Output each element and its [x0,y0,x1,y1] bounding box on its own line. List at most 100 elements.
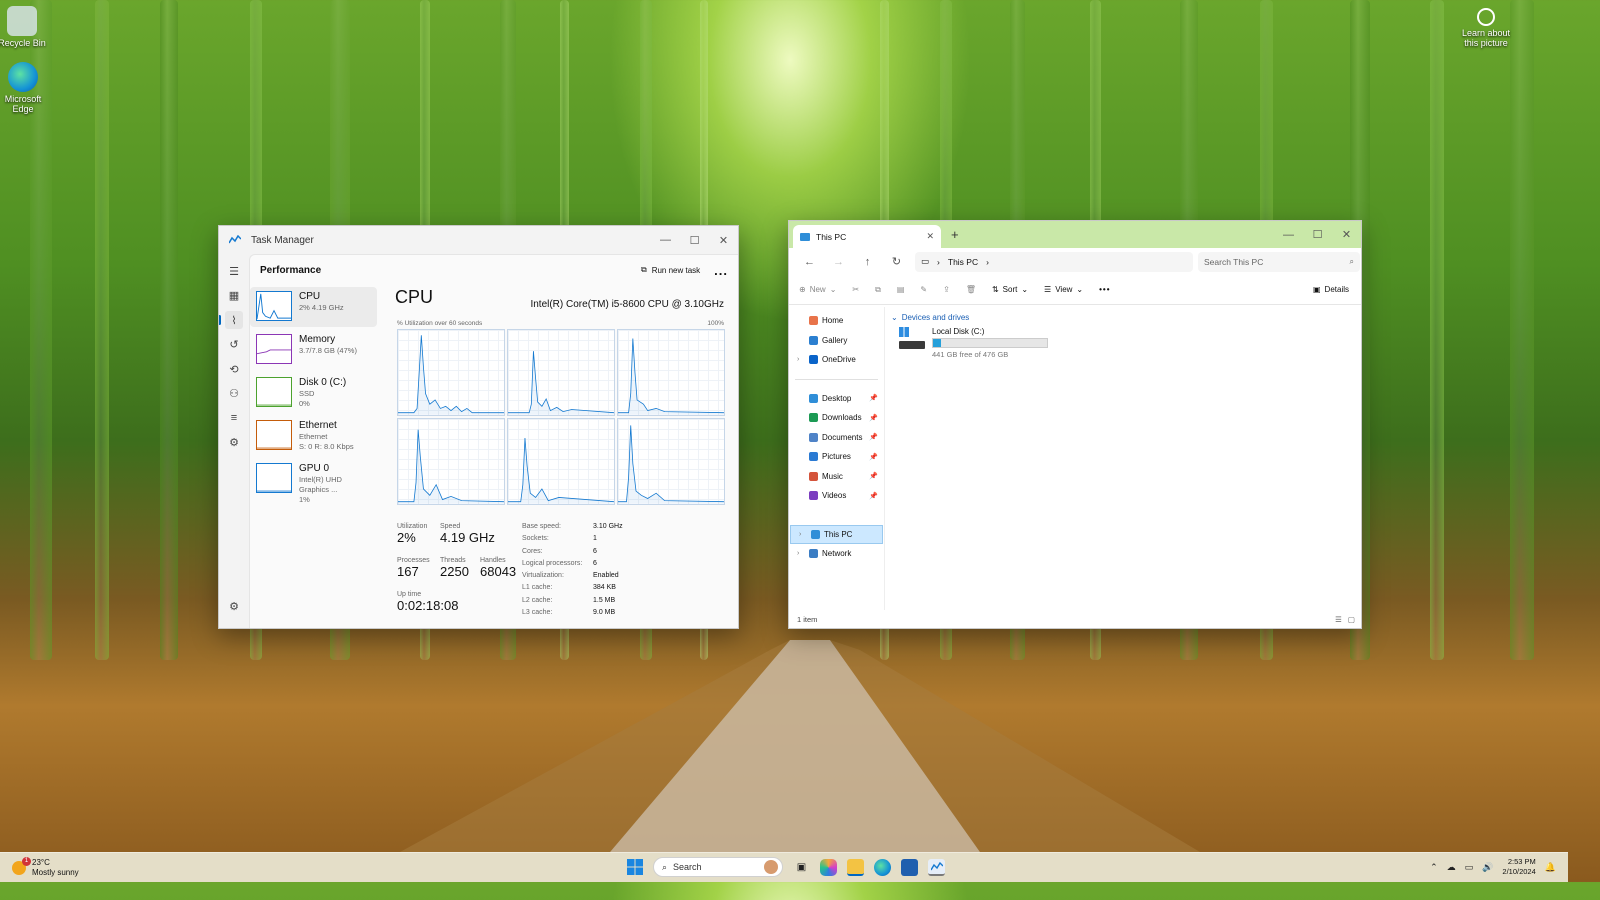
copilot-icon[interactable] [820,858,837,876]
close-button[interactable]: ✕ [709,226,738,254]
nav-item[interactable]: Home [789,311,884,331]
pin-icon[interactable]: 📌 [869,414,878,422]
view-label: View [1055,285,1073,294]
tab-this-pc[interactable]: This PC ✕ [793,225,941,248]
copy-icon[interactable]: ⧉ [875,285,881,295]
windows-logo-icon [626,859,643,875]
resource-item[interactable]: Disk 0 (C:) SSD 0% [250,373,377,413]
cloud-icon[interactable]: ☁ [1447,862,1456,873]
drive-usage-fill [933,339,942,347]
title-bar[interactable]: Task Manager — ☐ ✕ [219,226,738,254]
pin-icon[interactable]: 📌 [869,453,878,461]
pin-icon[interactable]: 📌 [869,433,878,441]
edge-icon[interactable] [874,858,891,876]
resource-item[interactable]: Ethernet Ethernet S: 0 R: 8.0 Kbps [250,416,377,456]
spotlight-learn-more[interactable]: Learn about this picture [1456,8,1516,48]
delete-icon[interactable]: 🗑 [966,285,976,294]
pin-icon[interactable]: 📌 [869,472,878,480]
nav-item[interactable]: › Network [789,544,884,564]
hamburger-menu-icon[interactable]: ☰ [225,262,243,280]
chevron-right-icon[interactable]: › [797,550,805,557]
nav-item[interactable]: Downloads 📌 [789,408,884,428]
refresh-icon[interactable]: ↻ [882,255,911,268]
maximize-button[interactable]: ☐ [1303,221,1332,249]
group-header[interactable]: ⌄ Devices and drives [889,313,1361,322]
performance-icon[interactable]: ⌇ [219,311,243,329]
details-view-icon[interactable]: ☰ [1335,615,1342,624]
recycle-bin-desktop-icon[interactable]: Recycle Bin [0,6,52,48]
forward-arrow-icon[interactable]: → [824,256,853,268]
task-manager-icon[interactable] [928,858,945,876]
breadcrumb[interactable]: ▭ › This PC › [915,251,1193,272]
tiles-view-icon[interactable]: ▢ [1348,615,1355,624]
network-icon[interactable]: ▭ [1465,862,1474,873]
search-placeholder: Search This PC [1204,256,1264,267]
weather-widget[interactable]: 1 23°C Mostly sunny [12,857,79,878]
nav-item[interactable]: › This PC [790,524,883,544]
back-arrow-icon[interactable]: ← [795,256,824,268]
close-button[interactable]: ✕ [1332,221,1361,249]
nav-item[interactable]: Pictures 📌 [789,447,884,467]
start-button[interactable] [626,859,643,876]
app-history-icon[interactable]: ↺ [225,336,243,354]
nav-item[interactable]: Desktop 📌 [789,389,884,409]
pin-icon[interactable]: 📌 [869,492,878,500]
core-graph-fill [398,335,504,415]
resource-detail: S: 0 R: 8.0 Kbps [299,442,354,451]
share-icon[interactable]: ⇪ [943,285,950,294]
services-icon[interactable]: ⚙ [225,434,243,452]
clock[interactable]: 2:53 PM 2/10/2024 [1502,857,1535,877]
edge-desktop-icon[interactable]: Microsoft Edge [0,62,53,114]
store-icon[interactable] [901,858,918,876]
details-pane-button[interactable]: ▣ Details [1313,285,1349,294]
resource-item[interactable]: GPU 0 Intel(R) UHD Graphics ... 1% [250,459,377,504]
details-icon[interactable]: ≡ [225,409,243,427]
local-disk-item[interactable]: Local Disk (C:) 441 GB free of 476 GB [899,327,1048,359]
group-label: Devices and drives [901,313,970,322]
taskbar-apps: ⌕ Search ▣ [626,857,945,877]
nav-item[interactable]: Videos 📌 [789,486,884,506]
maximize-button[interactable]: ☐ [680,226,709,254]
up-arrow-icon[interactable]: ↑ [853,256,882,268]
taskbar-search[interactable]: ⌕ Search [653,857,783,877]
view-button[interactable]: ☰ View ⌄ [1044,285,1083,294]
new-tab-button[interactable]: + [951,227,959,242]
task-view-icon[interactable]: ▣ [793,859,810,876]
weather-condition: Mostly sunny [32,868,79,877]
nav-item[interactable]: Music 📌 [789,467,884,487]
breadcrumb-this-pc[interactable]: This PC [948,257,978,267]
sort-button[interactable]: ⇅ Sort ⌄ [992,285,1028,294]
run-new-task-button[interactable]: ⧉ Run new task [641,265,714,275]
minimize-button[interactable]: — [1274,221,1303,249]
pin-icon[interactable]: 📌 [869,394,878,402]
nav-item[interactable]: Gallery [789,331,884,351]
startup-apps-icon[interactable]: ⟲ [225,360,243,378]
cut-icon[interactable]: ✂ [852,285,859,294]
nav-item[interactable]: › OneDrive [789,350,884,370]
settings-gear-icon[interactable]: ⚙ [225,598,243,616]
users-icon[interactable]: ⚇ [225,385,243,403]
notification-bell-icon[interactable]: 🔔 [1545,862,1556,873]
minimize-button[interactable]: — [651,226,680,254]
nav-item[interactable]: Documents 📌 [789,428,884,448]
chevron-right-icon[interactable]: › [797,356,805,363]
resource-item[interactable]: Memory 3.7/7.8 GB (47%) [250,330,377,370]
rename-icon[interactable]: ✎ [920,285,927,294]
more-options-button[interactable]: ••• [1099,285,1110,294]
resource-detail: 3.7/7.8 GB (47%) [299,346,357,355]
resource-detail: 2% 4.19 GHz [299,303,344,312]
title-bar[interactable]: This PC ✕ + — ☐ ✕ [789,221,1361,248]
search-input[interactable]: Search This PC ⌕ [1198,251,1360,272]
more-options-button[interactable]: ... [714,263,738,278]
processes-icon[interactable]: ▦ [225,287,243,305]
resource-item[interactable]: CPU 2% 4.19 GHz [250,287,377,327]
resource-detail: Intel(R) UHD Graphics ... [299,475,342,494]
new-button[interactable]: ⊕ New ⌄ [799,285,836,294]
paste-icon[interactable]: ▤ [897,285,905,294]
chevron-up-icon[interactable]: ⌃ [1430,862,1438,873]
volume-icon[interactable]: 🔊 [1482,862,1493,873]
close-tab-icon[interactable]: ✕ [926,231,934,242]
core-graph-line [398,335,504,412]
file-explorer-icon[interactable] [847,858,864,876]
chevron-right-icon[interactable]: › [799,531,807,538]
